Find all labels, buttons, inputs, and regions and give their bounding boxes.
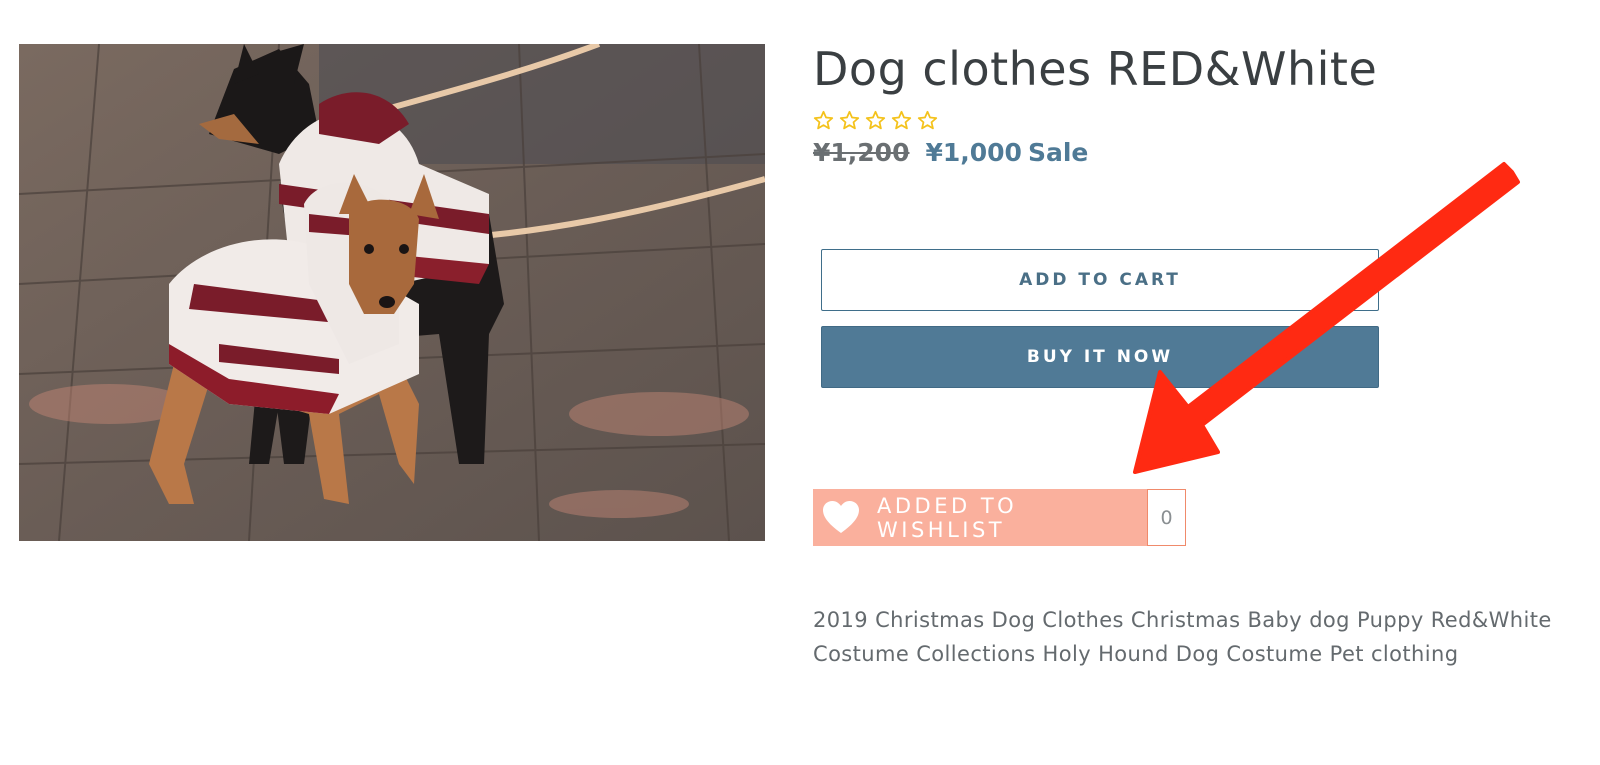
wishlist-count: 0	[1147, 489, 1186, 546]
star-icon	[917, 110, 938, 131]
product-description: 2019 Christmas Dog Clothes Christmas Bab…	[813, 608, 1552, 666]
product-info: Dog clothes RED&White ¥1,200 ¥1,000 Sale …	[813, 40, 1573, 666]
original-price: ¥1,200	[813, 138, 910, 167]
add-to-cart-button[interactable]: ADD TO CART	[821, 249, 1379, 311]
star-icon	[865, 110, 886, 131]
wishlist-label: ADDED TO WISHLIST	[877, 493, 1018, 542]
wishlist-widget: ADDED TO WISHLIST 0	[813, 489, 1186, 546]
sale-price-group: ¥1,000 Sale	[925, 138, 1088, 167]
star-rating[interactable]	[813, 108, 1573, 132]
dogs-photo	[19, 44, 765, 541]
buy-it-now-button[interactable]: BUY IT NOW	[821, 326, 1379, 388]
sale-label: Sale	[1027, 138, 1089, 167]
star-icon	[891, 110, 912, 131]
product-page: Dog clothes RED&White ¥1,200 ¥1,000 Sale …	[0, 0, 1600, 765]
heart-icon	[823, 501, 877, 534]
star-icon	[839, 110, 860, 131]
star-icon	[813, 110, 834, 131]
wishlist-button[interactable]: ADDED TO WISHLIST	[813, 489, 1147, 546]
product-image[interactable]	[19, 44, 765, 541]
sale-price: ¥1,000	[925, 138, 1022, 167]
product-title: Dog clothes RED&White	[813, 42, 1378, 96]
price-block: ¥1,200 ¥1,000 Sale	[813, 138, 1573, 167]
